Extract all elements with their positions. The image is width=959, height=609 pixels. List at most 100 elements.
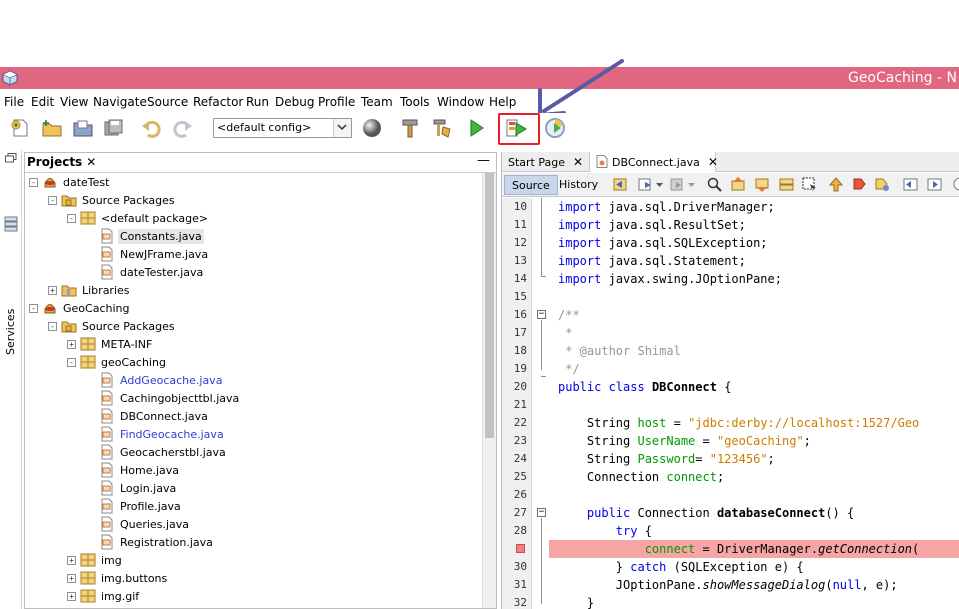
tree-item[interactable]: + img — [67, 551, 124, 569]
tree-item[interactable]: + META-INF — [67, 335, 154, 353]
chevron-down-icon[interactable] — [688, 183, 695, 188]
tree-item[interactable]: Cachingobjecttbl.java — [86, 389, 241, 407]
fold-toggle-icon[interactable]: − — [537, 508, 546, 517]
close-icon[interactable]: ✕ — [573, 155, 583, 169]
tree-item[interactable]: Queries.java — [86, 515, 191, 533]
tab-dbconnect[interactable]: DBConnect.java ✕ — [590, 152, 718, 172]
tree-item[interactable]: DBConnect.java — [86, 407, 210, 425]
scrollbar-thumb[interactable] — [485, 173, 494, 438]
tree-item[interactable]: + img.buttons — [67, 569, 169, 587]
config-select[interactable]: <default config> — [213, 118, 352, 138]
collapse-toggle-icon[interactable]: - — [67, 357, 76, 367]
shift-left-icon[interactable] — [902, 176, 919, 193]
menu-debug[interactable]: Debug — [275, 95, 314, 109]
tree-item[interactable]: Constants.java — [86, 227, 204, 245]
fold-guide — [541, 320, 542, 370]
globe-icon[interactable] — [361, 117, 383, 139]
menu-edit[interactable]: Edit — [31, 95, 54, 109]
code-editor[interactable]: 10 11 12 13 14 15 16 17 18 19 20 21 22 23 24 25 26 27 28 30… — [502, 198, 959, 609]
new-project-icon[interactable] — [41, 117, 63, 139]
tree-item[interactable]: Login.java — [86, 479, 178, 497]
last-edit-icon[interactable] — [637, 176, 654, 193]
tree-item[interactable]: AddGeocache.java — [86, 371, 224, 389]
menu-refactor[interactable]: Refactor — [193, 95, 243, 109]
tree-item[interactable]: Profile.java — [86, 497, 183, 515]
tree-item[interactable]: - Source Packages — [48, 191, 177, 209]
open-project-icon[interactable] — [72, 117, 94, 139]
collapse-toggle-icon[interactable]: - — [29, 177, 38, 187]
run-icon[interactable] — [465, 117, 487, 139]
macro-icon[interactable] — [952, 176, 959, 193]
tree-item[interactable]: NewJFrame.java — [86, 245, 210, 263]
back-icon[interactable] — [612, 176, 629, 193]
chevron-down-icon[interactable] — [333, 119, 351, 137]
build-hammer-icon[interactable] — [399, 117, 421, 139]
new-file-icon[interactable] — [9, 117, 31, 139]
tree-item[interactable]: Registration.java — [86, 533, 215, 551]
close-icon[interactable]: ✕ — [86, 155, 96, 169]
tree-item[interactable]: - <default package> — [67, 209, 210, 227]
tab-projects[interactable]: Projects ✕ — [27, 155, 96, 169]
projects-scrollbar[interactable] — [482, 173, 496, 608]
menu-source[interactable]: Source — [147, 95, 188, 109]
expand-toggle-icon[interactable]: + — [67, 573, 76, 583]
find-previous-icon[interactable] — [730, 176, 747, 193]
undo-icon[interactable] — [140, 117, 162, 139]
menu-view[interactable]: View — [60, 95, 88, 109]
toggle-highlight-icon[interactable] — [801, 176, 818, 193]
collapse-toggle-icon[interactable]: - — [48, 321, 57, 331]
find-next-icon[interactable] — [754, 176, 771, 193]
profile-icon[interactable] — [544, 117, 566, 139]
close-icon[interactable]: ✕ — [708, 155, 718, 169]
expand-toggle-icon[interactable]: + — [67, 591, 76, 601]
source-view-button[interactable]: Source — [504, 175, 558, 195]
tree-item[interactable]: FindGeocache.java — [86, 425, 226, 443]
next-bookmark-icon[interactable] — [851, 176, 868, 193]
restore-window-icon[interactable] — [5, 153, 17, 163]
expand-toggle-icon[interactable]: + — [67, 555, 76, 565]
shift-right-icon[interactable] — [926, 176, 943, 193]
history-view-button[interactable]: History — [552, 175, 605, 195]
services-tab[interactable]: Services — [4, 309, 17, 355]
save-all-icon[interactable] — [102, 117, 124, 139]
toggle-bookmark-icon[interactable] — [874, 176, 891, 193]
tree-item[interactable]: - dateTest — [29, 173, 111, 191]
menu-help[interactable]: Help — [489, 95, 516, 109]
tree-item[interactable]: Geocacherstbl.java — [86, 443, 228, 461]
menu-profile[interactable]: Profile — [318, 95, 355, 109]
services-icon[interactable] — [4, 216, 18, 232]
fold-toggle-icon[interactable]: − — [537, 310, 546, 319]
forward-icon[interactable] — [668, 176, 685, 193]
projects-tabbar: Projects ✕ — — [25, 153, 496, 173]
previous-bookmark-icon[interactable] — [828, 176, 845, 193]
collapse-toggle-icon[interactable]: - — [48, 195, 57, 205]
tree-item[interactable]: + Libraries — [48, 281, 132, 299]
tab-start-page[interactable]: Start Page ✕ — [502, 152, 590, 172]
menu-team[interactable]: Team — [361, 95, 393, 109]
tree-item-label: dateTest — [63, 175, 110, 189]
tree-item[interactable]: + img.gif — [67, 587, 141, 605]
minimize-icon[interactable]: — — [477, 153, 490, 168]
menu-window[interactable]: Window — [437, 95, 484, 109]
tree-item[interactable]: - GeoCaching — [29, 299, 131, 317]
expand-toggle-icon[interactable]: + — [67, 339, 76, 349]
code-token: Password — [637, 452, 696, 466]
menu-navigate[interactable]: Navigate — [93, 95, 147, 109]
collapse-toggle-icon[interactable]: - — [29, 303, 38, 313]
expand-toggle-icon[interactable]: + — [48, 285, 57, 295]
find-selection-icon[interactable] — [778, 176, 795, 193]
tree-item[interactable]: dateTester.java — [86, 263, 205, 281]
fold-end-guide — [541, 276, 546, 277]
redo-icon[interactable] — [172, 117, 194, 139]
menu-run[interactable]: Run — [246, 95, 269, 109]
menu-file[interactable]: File — [4, 95, 24, 109]
breakpoint-icon[interactable] — [516, 544, 525, 553]
collapse-toggle-icon[interactable]: - — [67, 213, 76, 223]
chevron-down-icon[interactable] — [656, 183, 663, 188]
tree-item[interactable]: - geoCaching — [67, 353, 168, 371]
tree-item[interactable]: Home.java — [86, 461, 181, 479]
menu-tools[interactable]: Tools — [400, 95, 430, 109]
clean-build-icon[interactable] — [431, 117, 453, 139]
tree-item[interactable]: - Source Packages — [48, 317, 177, 335]
find-icon[interactable] — [706, 176, 723, 193]
